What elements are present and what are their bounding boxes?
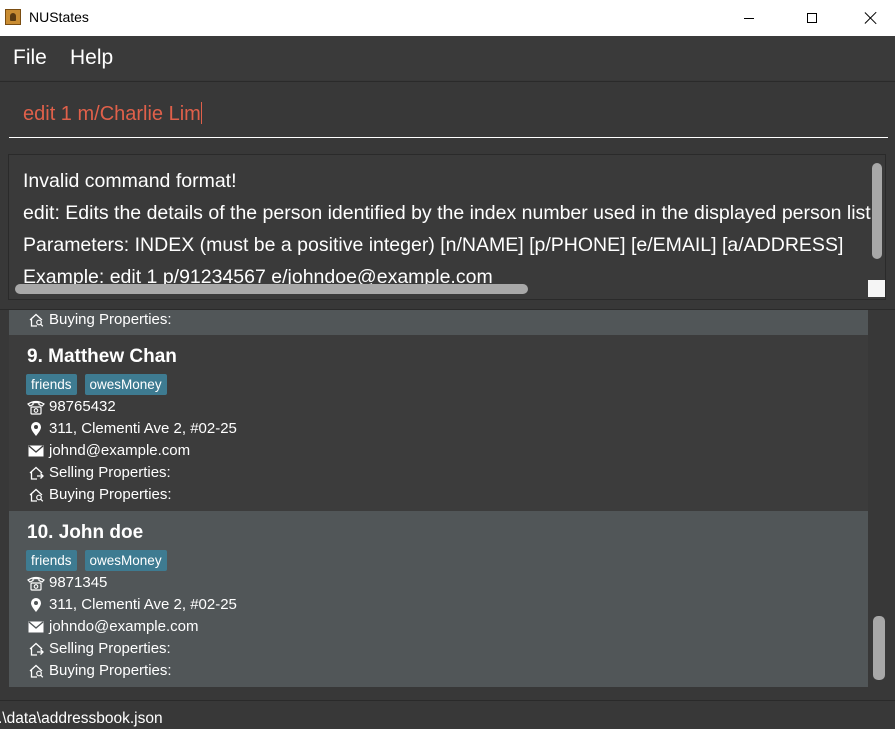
minimize-icon bbox=[744, 17, 754, 19]
selling-properties: Selling Properties: bbox=[27, 640, 171, 657]
house-arrow-icon bbox=[27, 465, 45, 481]
command-box: edit 1 m/Charlie Lim bbox=[0, 81, 895, 148]
window-title: NUStates bbox=[29, 9, 89, 25]
text-caret bbox=[200, 102, 202, 124]
buying-properties-label: Buying Properties: bbox=[49, 486, 172, 503]
house-search-icon bbox=[27, 312, 45, 328]
address-value: 311, Clementi Ave 2, #02-25 bbox=[49, 596, 237, 613]
tag: friends bbox=[26, 374, 77, 395]
menu-file[interactable]: File bbox=[13, 46, 47, 70]
status-bar: .\data\addressbook.json bbox=[0, 700, 895, 729]
result-line: edit: Edits the details of the person id… bbox=[23, 202, 873, 224]
command-text: edit 1 m/Charlie Lim bbox=[23, 103, 201, 125]
address-value: 311, Clementi Ave 2, #02-25 bbox=[49, 420, 237, 437]
phone-value: 9871345 bbox=[49, 574, 108, 591]
email-value: johnd@example.com bbox=[49, 442, 191, 459]
result-text: Invalid command format! edit: Edits the … bbox=[23, 165, 873, 293]
location-pin-icon bbox=[27, 597, 45, 613]
tag: owesMoney bbox=[84, 550, 167, 571]
close-icon bbox=[865, 12, 877, 24]
email-value: johndo@example.com bbox=[49, 618, 199, 635]
buying-properties: Buying Properties: bbox=[27, 311, 172, 328]
person-name: 10. John doe bbox=[27, 522, 144, 543]
phone-icon bbox=[27, 399, 45, 415]
person-list: Buying Properties: 9. Matthew Chan frien… bbox=[0, 309, 895, 701]
person-email: johnd@example.com bbox=[27, 442, 190, 459]
buying-properties-label: Buying Properties: bbox=[49, 311, 172, 328]
app-icon bbox=[5, 9, 21, 25]
maximize-button[interactable] bbox=[783, 0, 841, 36]
person-email: johndo@example.com bbox=[27, 618, 198, 635]
phone-icon bbox=[27, 575, 45, 591]
house-search-icon bbox=[27, 663, 45, 679]
person-card[interactable]: 9. Matthew Chan friends owesMoney 987654… bbox=[9, 335, 868, 511]
person-card[interactable]: Buying Properties: bbox=[9, 310, 868, 335]
phone-value: 98765432 bbox=[49, 398, 116, 415]
selling-properties: Selling Properties: bbox=[27, 464, 171, 481]
result-line: Invalid command format! bbox=[23, 170, 237, 192]
command-input[interactable]: edit 1 m/Charlie Lim bbox=[9, 90, 888, 138]
envelope-icon bbox=[27, 621, 45, 633]
maximize-icon bbox=[807, 13, 817, 23]
result-display: Invalid command format! edit: Edits the … bbox=[0, 148, 895, 308]
result-horizontal-scrollbar[interactable] bbox=[15, 284, 528, 294]
envelope-icon bbox=[27, 445, 45, 457]
result-text-area[interactable]: Invalid command format! edit: Edits the … bbox=[8, 154, 886, 300]
person-name: 9. Matthew Chan bbox=[27, 346, 177, 367]
selling-properties-label: Selling Properties: bbox=[49, 464, 171, 481]
tag: friends bbox=[26, 550, 77, 571]
person-card[interactable]: 10. John doe friends owesMoney 9871345 3… bbox=[9, 511, 868, 687]
buying-properties: Buying Properties: bbox=[27, 486, 172, 503]
person-phone: 98765432 bbox=[27, 398, 116, 415]
save-location: .\data\addressbook.json bbox=[0, 710, 163, 727]
minimize-button[interactable] bbox=[720, 0, 778, 36]
menu-help[interactable]: Help bbox=[70, 46, 113, 70]
close-button[interactable] bbox=[842, 0, 895, 36]
house-arrow-icon bbox=[27, 641, 45, 657]
person-list-scrollbar[interactable] bbox=[873, 616, 885, 680]
menu-bar: File Help bbox=[0, 36, 895, 80]
tag-list: friends owesMoney bbox=[26, 374, 167, 395]
result-vertical-scrollbar[interactable] bbox=[872, 163, 882, 259]
house-search-icon bbox=[27, 487, 45, 503]
title-bar: NUStates bbox=[0, 0, 895, 36]
tag-list: friends owesMoney bbox=[26, 550, 167, 571]
buying-properties: Buying Properties: bbox=[27, 662, 172, 679]
buying-properties-label: Buying Properties: bbox=[49, 662, 172, 679]
scrollbar-corner bbox=[868, 280, 885, 297]
tag: owesMoney bbox=[84, 374, 167, 395]
selling-properties-label: Selling Properties: bbox=[49, 640, 171, 657]
person-address: 311, Clementi Ave 2, #02-25 bbox=[27, 596, 237, 613]
person-phone: 9871345 bbox=[27, 574, 107, 591]
result-line: Parameters: INDEX (must be a positive in… bbox=[23, 234, 844, 256]
person-address: 311, Clementi Ave 2, #02-25 bbox=[27, 420, 237, 437]
location-pin-icon bbox=[27, 421, 45, 437]
